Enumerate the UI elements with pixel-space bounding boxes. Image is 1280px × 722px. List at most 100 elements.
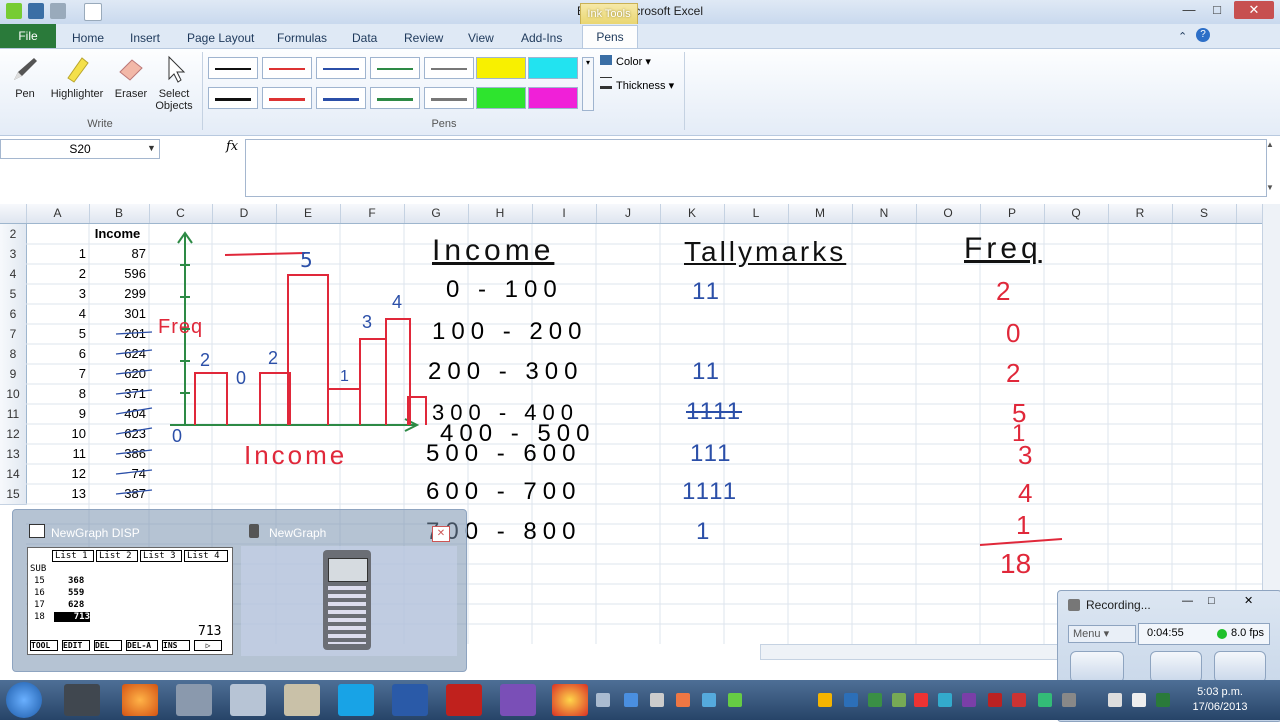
row-header[interactable]: 2 — [0, 224, 27, 245]
pen-swatch-blue-thin[interactable] — [316, 57, 366, 79]
tab-view[interactable]: View — [460, 28, 502, 48]
close-icon[interactable]: ✕ — [432, 526, 450, 542]
tab-review[interactable]: Review — [396, 28, 451, 48]
stop-button[interactable] — [1214, 651, 1266, 683]
tab-insert[interactable]: Insert — [122, 28, 168, 48]
pen-swatch-gray-thin[interactable] — [424, 57, 474, 79]
col-header-p[interactable]: P — [980, 204, 1045, 223]
tab-data[interactable]: Data — [344, 28, 385, 48]
col-header-j[interactable]: J — [596, 204, 661, 223]
volume-icon[interactable] — [1108, 693, 1122, 707]
formula-input[interactable] — [245, 139, 1267, 197]
excel-tray-icon[interactable] — [1156, 693, 1170, 707]
recorder-close-button[interactable]: ✕ — [1244, 594, 1253, 607]
highlighter-button[interactable]: Highlighter — [46, 54, 108, 100]
cell-a[interactable]: 4 — [26, 304, 89, 324]
header-cell-income[interactable]: Income — [89, 224, 149, 244]
col-header-i[interactable]: I — [532, 204, 597, 223]
tray-icon[interactable] — [1062, 693, 1076, 707]
calc-app-taskbar-icon[interactable] — [176, 684, 212, 716]
scroll-up-icon[interactable]: ▲ — [1266, 140, 1274, 149]
tray-icon[interactable] — [892, 693, 906, 707]
tray-icon[interactable] — [624, 693, 638, 707]
col-header-m[interactable]: M — [788, 204, 853, 223]
cell-a[interactable]: 1 — [26, 244, 89, 264]
tab-file[interactable]: File — [0, 24, 56, 48]
select-all-corner[interactable] — [0, 204, 27, 223]
collapse-ribbon-icon[interactable]: ⌃ — [1178, 30, 1187, 43]
pen-swatch-gray-thick[interactable] — [424, 87, 474, 109]
tab-formulas[interactable]: Formulas — [269, 28, 335, 48]
horizontal-scrollbar[interactable] — [760, 644, 1058, 660]
recorder-minimize-button[interactable]: — — [1182, 595, 1193, 607]
start-button[interactable] — [6, 682, 42, 718]
new-doc-icon[interactable] — [84, 3, 102, 21]
tray-icon[interactable] — [988, 693, 1002, 707]
row-header[interactable]: 4 — [0, 264, 27, 285]
onenote-taskbar-icon[interactable] — [500, 684, 536, 716]
recorder-maximize-button[interactable]: □ — [1208, 595, 1215, 607]
cell-a[interactable]: 3 — [26, 284, 89, 304]
col-header-l[interactable]: L — [724, 204, 789, 223]
cell-a[interactable]: 7 — [26, 364, 89, 384]
row-header[interactable]: 15 — [0, 484, 27, 505]
cell-a[interactable]: 11 — [26, 444, 89, 464]
row-header[interactable]: 8 — [0, 344, 27, 365]
tray-icon[interactable] — [650, 693, 664, 707]
clock-date[interactable]: 17/06/2013 — [1180, 701, 1260, 713]
pen-button[interactable]: Pen — [0, 54, 50, 100]
calculator2-taskbar-icon[interactable] — [230, 684, 266, 716]
tray-icon[interactable] — [596, 693, 610, 707]
scroll-down-icon[interactable]: ▼ — [1266, 183, 1274, 192]
cell-b[interactable]: 299 — [89, 284, 149, 304]
name-box[interactable]: S20 — [0, 139, 160, 159]
tray-icon[interactable] — [844, 693, 858, 707]
pen-swatch-red-thick[interactable] — [262, 87, 312, 109]
tab-pens[interactable]: Pens — [582, 25, 638, 50]
newgraph-disp-title[interactable]: NewGraph DISP — [51, 526, 140, 540]
tray-icon[interactable] — [728, 693, 742, 707]
acrobat-taskbar-icon[interactable] — [446, 684, 482, 716]
col-header-e[interactable]: E — [276, 204, 341, 223]
pen-swatch-red-thin[interactable] — [262, 57, 312, 79]
row-header[interactable]: 9 — [0, 364, 27, 385]
tray-icon[interactable] — [818, 693, 832, 707]
tray-icon[interactable] — [676, 693, 690, 707]
cell-a[interactable]: 9 — [26, 404, 89, 424]
col-header-o[interactable]: O — [916, 204, 981, 223]
cell-a[interactable]: 8 — [26, 384, 89, 404]
col-header-k[interactable]: K — [660, 204, 725, 223]
word-taskbar-icon[interactable] — [392, 684, 428, 716]
clock-time[interactable]: 5:03 p.m. — [1180, 686, 1260, 698]
tray-icon[interactable] — [868, 693, 882, 707]
row-header[interactable]: 12 — [0, 424, 27, 445]
highlighter-swatch-cyan[interactable] — [528, 57, 578, 79]
pen-swatch-blue-thick[interactable] — [316, 87, 366, 109]
record-button[interactable] — [1070, 651, 1124, 683]
onenote-tray-icon[interactable] — [962, 693, 976, 707]
tray-icon[interactable] — [914, 693, 928, 707]
maximize-button[interactable]: □ — [1204, 1, 1230, 19]
pens-gallery-more-button[interactable]: ▾ — [582, 57, 594, 111]
name-box-dropdown-icon[interactable]: ▼ — [147, 143, 156, 153]
fx-icon[interactable]: fx — [226, 139, 238, 154]
highlighter-swatch-yellow[interactable] — [476, 57, 526, 79]
cell-a[interactable]: 2 — [26, 264, 89, 284]
calculator-taskbar-icon[interactable] — [64, 684, 100, 716]
pause-button[interactable] — [1150, 651, 1202, 683]
cell-b[interactable]: 87 — [89, 244, 149, 264]
network-icon[interactable] — [1132, 693, 1146, 707]
pen-swatch-black-thick[interactable] — [208, 87, 258, 109]
col-header-g[interactable]: G — [404, 204, 469, 223]
col-header-r[interactable]: R — [1108, 204, 1173, 223]
help-icon[interactable]: ? — [1196, 28, 1210, 42]
minimize-button[interactable]: — — [1176, 1, 1202, 19]
pen-swatch-green-thick[interactable] — [370, 87, 420, 109]
row-header[interactable]: 7 — [0, 324, 27, 345]
col-header-a[interactable]: A — [26, 204, 90, 223]
vertical-scrollbar[interactable] — [1262, 204, 1280, 644]
tray-icon[interactable] — [938, 693, 952, 707]
pen-swatch-green-thin[interactable] — [370, 57, 420, 79]
select-objects-button[interactable]: Select Objects — [148, 54, 200, 112]
row-header[interactable]: 13 — [0, 444, 27, 465]
